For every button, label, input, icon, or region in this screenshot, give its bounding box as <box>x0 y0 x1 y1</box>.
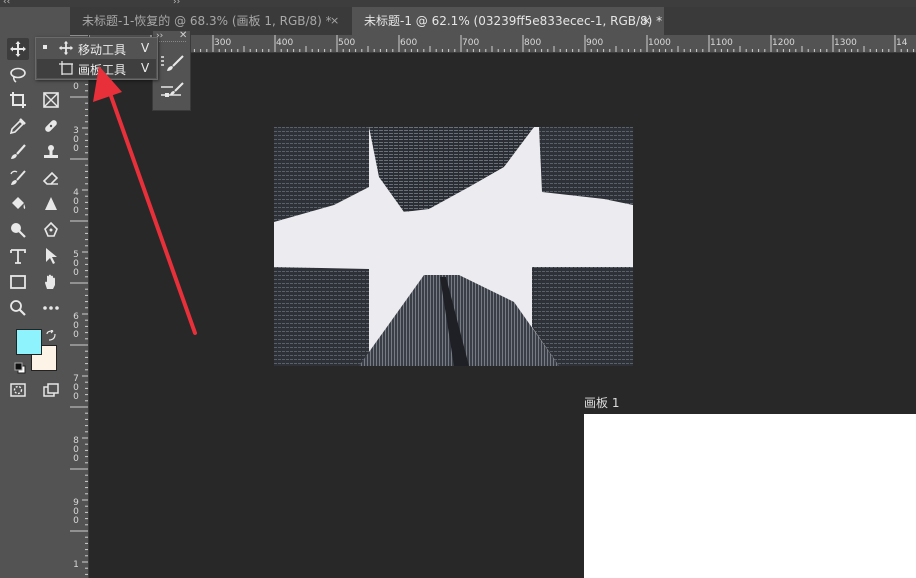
tab-title: 未标题-1-恢复的 @ 68.3% (画板 1, RGB/8) * <box>82 14 332 28</box>
pen-icon[interactable] <box>40 219 62 241</box>
move-icon <box>58 40 74 56</box>
ruler-label: 1100 <box>710 38 733 48</box>
flyout-item-artboard-tool[interactable]: 画板工具 V <box>37 59 156 78</box>
shortcut-key: V <box>141 41 150 55</box>
horizontal-ruler[interactable]: 300 400 500 600 700 800 900 1000 1100 12… <box>89 35 916 53</box>
zoom-icon[interactable] <box>7 297 29 319</box>
brush-presets-icon[interactable] <box>159 53 185 75</box>
flyout-item-label: 画板工具 <box>78 63 127 77</box>
panel-grip[interactable] <box>156 41 186 44</box>
artboard-label[interactable]: 画板 1 <box>584 394 619 411</box>
close-icon[interactable]: × <box>330 7 339 35</box>
swap-colors-icon[interactable] <box>45 327 57 341</box>
ruler-label: 700 <box>462 38 480 48</box>
screen-mode-icon[interactable] <box>40 379 62 401</box>
document-tab-bar: 未标题-1-恢复的 @ 68.3% (画板 1, RGB/8) * × 未标题-… <box>70 7 916 35</box>
close-icon[interactable]: × <box>642 7 651 35</box>
ruler-label: 14 <box>896 38 908 48</box>
ruler-label: 300 <box>214 38 232 48</box>
type-icon[interactable] <box>7 245 29 267</box>
document-tab[interactable]: 未标题-1-恢复的 @ 68.3% (画板 1, RGB/8) * × <box>70 7 364 35</box>
ruler-label: 900 <box>73 498 79 526</box>
eraser-icon[interactable] <box>40 167 62 189</box>
eyedropper-icon[interactable] <box>7 115 29 137</box>
shortcut-key: V <box>141 61 150 75</box>
ruler-label: 400 <box>276 38 294 48</box>
ruler-label: 800 <box>524 38 542 48</box>
tools-panel <box>0 7 71 578</box>
ruler-label: 1000 <box>648 38 671 48</box>
paint-bucket-icon[interactable] <box>7 193 29 215</box>
clone-stamp-icon[interactable] <box>40 141 62 163</box>
ruler-label: 1 <box>73 560 79 570</box>
brush-icon[interactable] <box>7 141 29 163</box>
artboard-canvas[interactable] <box>584 414 916 578</box>
history-brush-icon[interactable] <box>7 167 29 189</box>
ruler-label: 1200 <box>772 38 795 48</box>
frame-icon[interactable] <box>40 89 62 111</box>
flyout-item-move-tool[interactable]: 移动工具 V <box>37 39 156 58</box>
path-select-icon[interactable] <box>40 245 62 267</box>
ruler-label: 700 <box>73 374 79 402</box>
collapse-toolbar-icon[interactable]: ‹‹ <box>3 0 10 7</box>
ruler-label: 500 <box>73 250 79 278</box>
blur-icon[interactable] <box>40 193 62 215</box>
move-tool-flyout: 移动工具 V 画板工具 V <box>35 37 158 80</box>
healing-brush-icon[interactable] <box>40 115 62 137</box>
vertical-ruler[interactable]: 200 300 400 500 600 700 800 900 1 <box>70 35 89 578</box>
move-icon[interactable] <box>7 38 29 60</box>
ruler-label: 300 <box>73 126 79 154</box>
ruler-label: 600 <box>400 38 418 48</box>
ruler-label: 1300 <box>834 38 857 48</box>
ruler-label: 800 <box>73 436 79 464</box>
artboard-icon <box>58 60 74 76</box>
quick-mask-icon[interactable] <box>7 379 29 401</box>
ruler-label: 400 <box>73 188 79 216</box>
tab-title: 未标题-1 @ 62.1% (03239ff5e833ecec-1, RGB/8… <box>364 14 663 28</box>
ruler-label: 600 <box>73 312 79 340</box>
flyout-item-label: 移动工具 <box>78 43 127 57</box>
active-tool-marker <box>43 45 47 49</box>
document-tab-active[interactable]: 未标题-1 @ 62.1% (03239ff5e833ecec-1, RGB/8… <box>352 7 664 35</box>
top-panel-strip: ‹‹ ›› <box>0 0 916 7</box>
ruler-label: 900 <box>586 38 604 48</box>
crop-icon[interactable] <box>7 89 29 111</box>
brush-settings-icon[interactable] <box>159 81 185 103</box>
lasso-icon[interactable] <box>7 64 29 86</box>
ruler-label: 500 <box>338 38 356 48</box>
foreground-color-swatch[interactable] <box>16 329 42 355</box>
rectangle-icon[interactable] <box>7 271 29 293</box>
ruler-ticks <box>70 35 88 575</box>
default-colors-icon[interactable] <box>14 359 26 374</box>
building-photo-layer[interactable] <box>274 127 633 366</box>
collapse-panel-icon[interactable]: ›› <box>173 0 180 7</box>
dodge-icon[interactable] <box>7 219 29 241</box>
close-icon[interactable]: ✕ <box>179 30 187 41</box>
more-tools-icon[interactable] <box>40 297 62 319</box>
hand-icon[interactable] <box>40 271 62 293</box>
